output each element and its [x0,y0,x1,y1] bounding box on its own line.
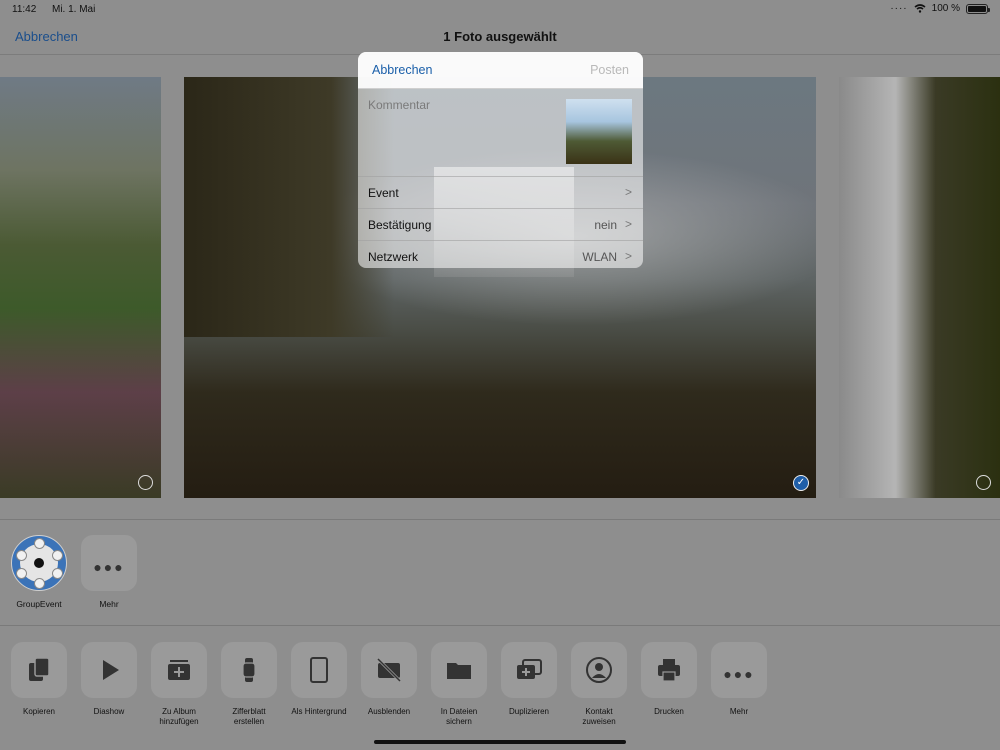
action-assign-contact[interactable]: Kontakt zuweisen [564,642,634,727]
contact-icon [571,642,627,698]
comment-field[interactable]: Kommentar [368,98,430,112]
selection-circle[interactable] [138,475,153,490]
action-label: Duplizieren [508,707,550,716]
action-label: Zifferblatt erstellen [232,707,266,726]
status-bar: 11:42 Mi. 1. Mai ···· 100 % [0,0,1000,20]
more-icon: ●●● [711,642,767,698]
watch-icon [221,642,277,698]
action-add-to-album[interactable]: Zu Album hinzufügen [144,642,214,727]
post-dialog: Abbrechen Posten Kommentar Event > Bestä… [358,52,643,268]
selected-check-icon[interactable]: ✓ [793,475,809,491]
row-label: Netzwerk [368,250,419,264]
battery-percent: 100 % [931,3,960,14]
row-label: Bestätigung [368,218,432,232]
action-label: Mehr [729,707,749,716]
action-watch-face[interactable]: Zifferblatt erstellen [214,642,284,727]
action-copy[interactable]: Kopieren [4,642,74,717]
status-date: Mi. 1. Mai [52,4,96,15]
more-icon: ●●● [81,535,137,591]
dialog-header: Abbrechen Posten [358,52,643,89]
action-label: Zu Album hinzufügen [159,707,199,726]
row-value: WLAN [582,250,617,264]
dialog-row-event[interactable]: Event > [358,176,643,208]
app-label: Mehr [99,599,119,609]
copy-icon [11,642,67,698]
status-time: 11:42 [12,4,37,15]
action-slideshow[interactable]: Diashow [74,642,144,717]
play-icon [81,642,137,698]
wallpaper-icon [291,642,347,698]
duplicate-icon [501,642,557,698]
action-print[interactable]: Drucken [634,642,704,717]
dialog-row-confirmation[interactable]: Bestätigung nein > [358,208,643,240]
app-more[interactable]: ●●● Mehr [74,535,144,609]
sheet-divider [0,519,1000,520]
app-label: GroupEvent [16,599,62,609]
dialog-post-button[interactable]: Posten [590,63,629,77]
row-value: nein [594,218,617,232]
folder-icon [431,642,487,698]
photo-thumbnail-right[interactable] [839,77,1000,498]
print-icon [641,642,697,698]
dialog-cancel-button[interactable]: Abbrechen [372,63,432,77]
header: Abbrechen 1 Foto ausgewählt [0,20,1000,55]
add-album-icon [151,642,207,698]
page-title: 1 Foto ausgewählt [443,29,557,44]
hide-icon [361,642,417,698]
action-label: Drucken [654,707,684,716]
chevron-right-icon: > [624,217,632,231]
action-more[interactable]: ●●● Mehr [704,642,774,717]
wifi-icon [914,4,926,13]
home-indicator[interactable] [374,740,626,744]
dialog-row-network[interactable]: Netzwerk WLAN > [358,240,643,268]
action-label: Diashow [93,707,125,716]
action-duplicate[interactable]: Duplizieren [494,642,564,717]
sheet-divider [0,625,1000,626]
action-label: Kontakt zuweisen [582,707,616,726]
action-label: Ausblenden [367,707,411,716]
action-hide[interactable]: Ausblenden [354,642,424,717]
groupevent-app-icon [11,535,67,591]
status-right: ···· 100 % [890,3,990,14]
signal-dots-icon: ···· [890,3,908,14]
chevron-right-icon: > [624,249,632,263]
action-wallpaper[interactable]: Als Hintergrund [284,642,354,717]
photo-thumbnail-left[interactable] [0,77,161,498]
action-label: Als Hintergrund [291,707,347,716]
row-label: Event [368,186,399,200]
action-label: Kopieren [22,707,56,716]
app-groupevent[interactable]: GroupEvent [4,535,74,609]
action-label: In Dateien sichern [440,707,478,726]
action-save-to-files[interactable]: In Dateien sichern [424,642,494,727]
dialog-photo-thumbnail [566,99,632,164]
battery-icon [966,3,990,14]
selection-circle[interactable] [976,475,991,490]
chevron-right-icon: > [624,185,632,199]
